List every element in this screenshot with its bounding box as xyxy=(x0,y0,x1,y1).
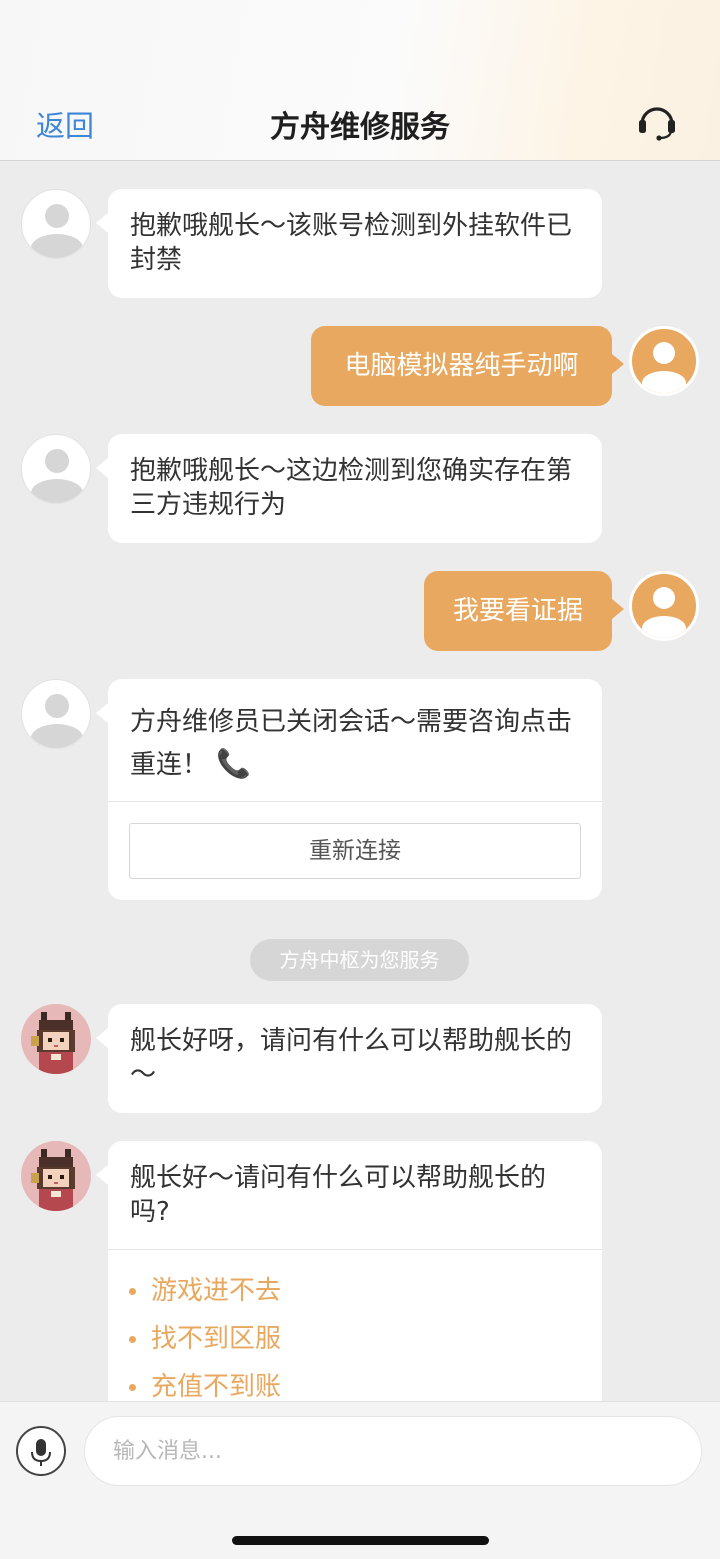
input-bar xyxy=(0,1401,720,1559)
bot-avatar xyxy=(21,1004,91,1074)
divider xyxy=(108,1249,602,1250)
message-bubble-agent: 抱歉哦舰长～这边检测到您确实存在第三方违规行为 xyxy=(96,434,602,543)
bot-avatar xyxy=(21,1141,91,1211)
microphone-icon[interactable] xyxy=(16,1426,66,1476)
phone-emoji: 📞 xyxy=(216,747,252,780)
message-bubble-bot: 舰长好～请问有什么可以帮助舰长的吗? 游戏进不去 找不到区服 充值不到账 xyxy=(96,1141,602,1431)
agent-avatar xyxy=(21,434,91,504)
message-text: 抱歉哦舰长～这边检测到您确实存在第三方违规行为 xyxy=(130,456,573,520)
default-avatar-icon xyxy=(31,204,83,258)
message-bubble-agent: 抱歉哦舰长～该账号检测到外挂软件已封禁 xyxy=(96,189,602,298)
default-avatar-icon xyxy=(31,694,83,748)
user-avatar-icon xyxy=(642,587,686,638)
message-text: 抱歉哦舰长～该账号检测到外挂软件已封禁 xyxy=(130,211,573,275)
message-bubble-bot: 舰长好呀，请问有什么可以帮助舰长的～ xyxy=(96,1004,602,1113)
user-avatar-icon xyxy=(642,342,686,393)
message-bubble-agent: 方舟维修员已关闭会话～需要咨询点击重连！ 📞 重新连接 xyxy=(96,679,602,900)
agent-avatar xyxy=(21,679,91,749)
message-text: 我要看证据 xyxy=(452,596,583,626)
system-notice: 方舟中枢为您服务 xyxy=(250,939,469,981)
message-text: 舰长好呀，请问有什么可以帮助舰长的～ xyxy=(130,1026,573,1090)
default-avatar-icon xyxy=(31,449,83,503)
pixel-character-icon xyxy=(31,1149,75,1211)
user-avatar xyxy=(629,326,699,396)
message-bubble-user: 电脑模拟器纯手动啊 xyxy=(311,326,624,406)
reconnect-button[interactable]: 重新连接 xyxy=(129,823,581,879)
message-text: 舰长好～请问有什么可以帮助舰长的吗? xyxy=(130,1163,547,1227)
user-avatar xyxy=(629,571,699,641)
page-title: 方舟维修服务 xyxy=(270,110,450,145)
headset-icon[interactable] xyxy=(636,100,678,142)
message-text: 方舟维修员已关闭会话～需要咨询点击重连！ xyxy=(130,707,573,780)
message-bubble-user: 我要看证据 xyxy=(424,571,624,651)
header-bar: 返回 方舟维修服务 xyxy=(0,0,720,161)
quick-reply-list: 游戏进不去 找不到区服 充值不到账 xyxy=(129,1267,281,1411)
message-text: 电脑模拟器纯手动啊 xyxy=(344,351,579,381)
home-indicator xyxy=(232,1536,489,1545)
message-input[interactable] xyxy=(84,1416,702,1486)
pixel-character-icon xyxy=(31,1012,75,1074)
divider xyxy=(108,801,602,802)
agent-avatar xyxy=(21,189,91,259)
quick-reply-item[interactable]: 游戏进不去 xyxy=(129,1267,281,1315)
quick-reply-item[interactable]: 找不到区服 xyxy=(129,1315,281,1363)
